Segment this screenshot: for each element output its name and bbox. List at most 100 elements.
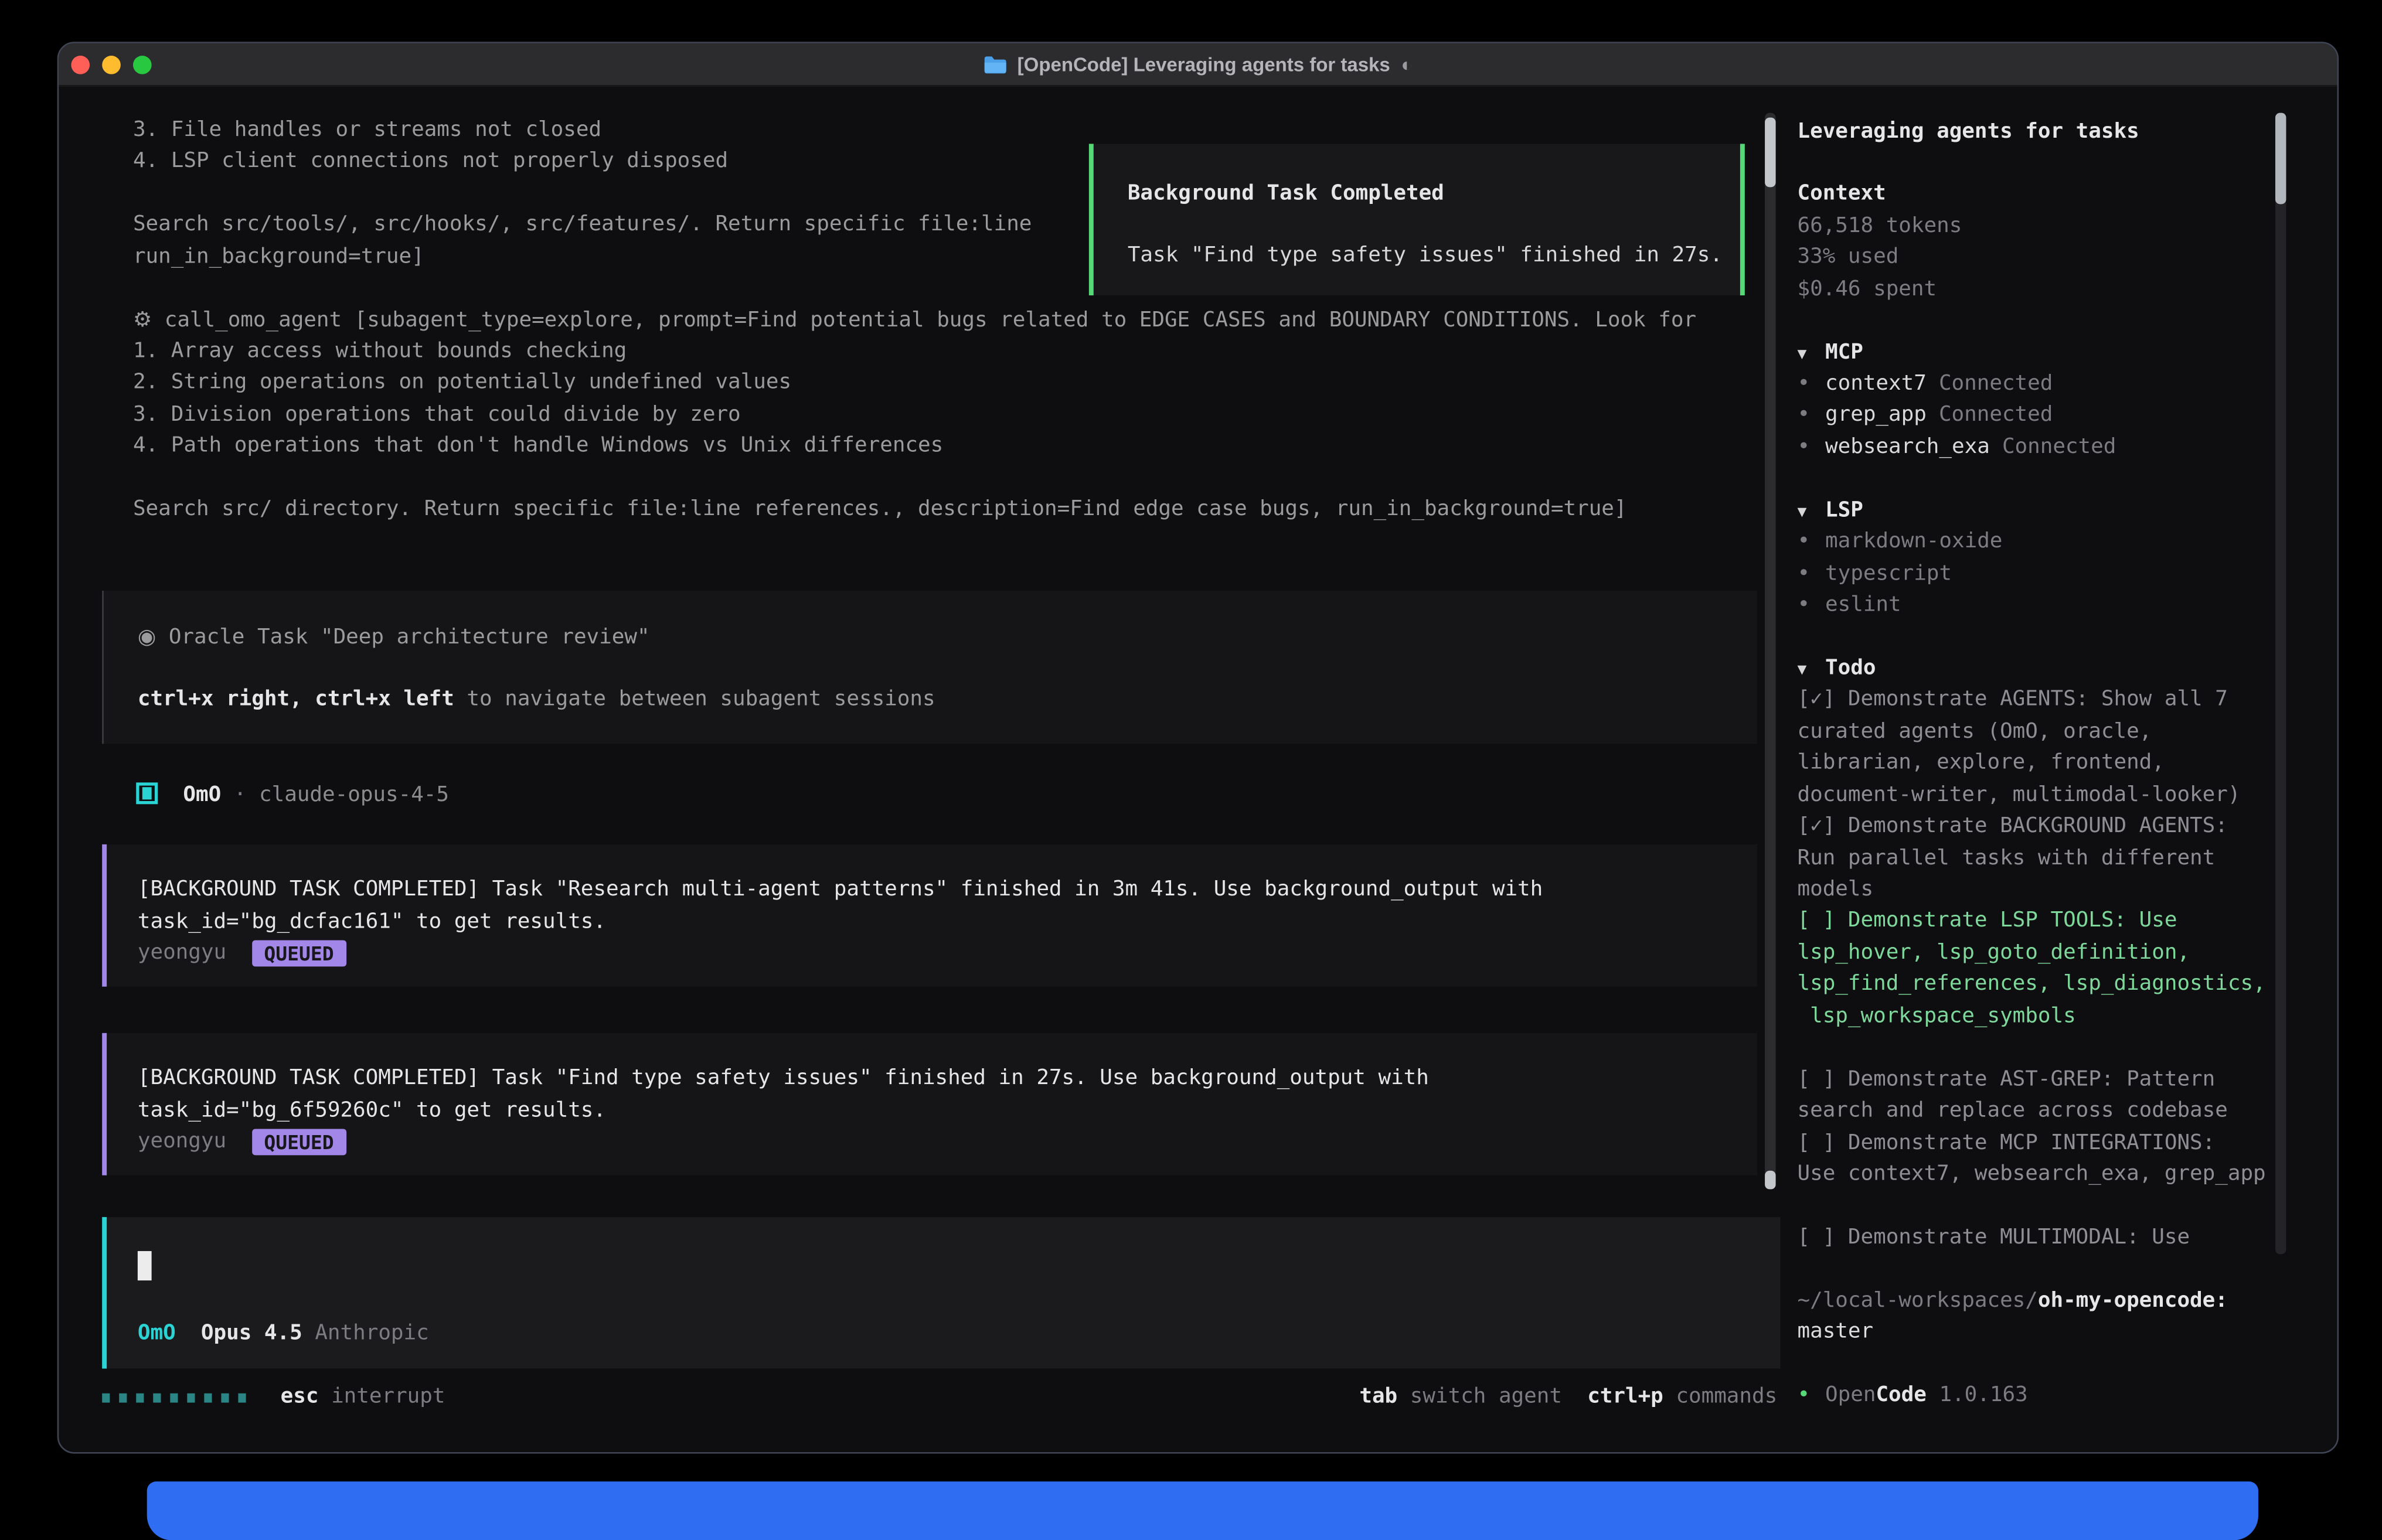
todo-active-line: lsp_workspace_symbols xyxy=(1798,1000,2331,1032)
task-author: yeongyu xyxy=(138,941,226,965)
input-footer: OmO Opus 4.5 Anthropic xyxy=(138,1317,429,1348)
task-card: [BACKGROUND TASK COMPLETED] Task "Resear… xyxy=(102,844,1757,987)
lsp-section-header[interactable]: ▼LSP xyxy=(1798,495,2331,526)
gear-icon: ⚙ xyxy=(133,307,152,332)
context-used: 33% used xyxy=(1798,241,2331,273)
bullet-icon: • xyxy=(1798,431,1826,463)
main-scrollbar-track xyxy=(1765,113,1775,1190)
opencode-version: 1.0.163 xyxy=(1927,1382,2028,1407)
oracle-icon: ◉ xyxy=(138,624,156,649)
todo-active-line: lsp_find_references, lsp_diagnostics, xyxy=(1798,969,2331,1000)
todo-pending-line: [ ] Demonstrate AST-GREP: Pattern xyxy=(1798,1064,2331,1095)
task-card: [BACKGROUND TASK COMPLETED] Task "Find t… xyxy=(102,1033,1757,1176)
task-line1: [BACKGROUND TASK COMPLETED] Task "Resear… xyxy=(138,874,1757,906)
mcp-status: Connected xyxy=(2002,434,2116,459)
queued-badge: QUEUED xyxy=(251,939,346,966)
oracle-task-title: ◉ Oracle Task "Deep architecture review" xyxy=(138,621,1757,653)
oracle-task-card: ◉ Oracle Task "Deep architecture review"… xyxy=(102,591,1757,744)
title-bar: [OpenCode] Leveraging agents for tasks ◐ xyxy=(59,43,2337,87)
minimize-button[interactable] xyxy=(102,55,121,74)
bullet-icon: • xyxy=(1798,558,1826,590)
mcp-status: Connected xyxy=(1939,371,2053,396)
todo-done-line: [✓] Demonstrate BACKGROUND AGENTS: xyxy=(1798,810,2331,842)
task-line2: task_id="bg_dcfac161" to get results. xyxy=(138,905,1757,937)
tool-call-item: 2. String operations on potentially unde… xyxy=(133,367,1696,398)
lsp-item: •markdown-oxide xyxy=(1798,526,2331,558)
lsp-item: •eslint xyxy=(1798,590,2331,621)
input-provider: Anthropic xyxy=(315,1320,428,1344)
todo-done-line: librarian, explore, frontend, xyxy=(1798,747,2331,779)
mcp-section-header[interactable]: ▼MCP xyxy=(1798,336,2331,368)
sidebar-scrollbar-thumb[interactable] xyxy=(2275,113,2286,205)
toast-body: Task "Find type safety issues" finished … xyxy=(1128,240,1740,272)
main-scrollbar-end-thumb[interactable] xyxy=(1765,1171,1775,1190)
output-line: run_in_background=true] xyxy=(133,241,1032,272)
chevron-down-icon: ▼ xyxy=(1798,498,1826,529)
branch-name: master xyxy=(1798,1316,2331,1348)
agent-name: OmO xyxy=(183,782,221,806)
output-line: 4. LSP client connections not properly d… xyxy=(133,146,1032,178)
tab-key-hint: tab xyxy=(1359,1384,1397,1408)
esc-key-hint: esc xyxy=(281,1384,319,1408)
todo-pending-line: [ ] Demonstrate MCP INTEGRATIONS: xyxy=(1798,1127,2331,1159)
toast-title: Background Task Completed xyxy=(1128,177,1740,209)
todo-done-line: Run parallel tasks with different xyxy=(1798,842,2331,874)
sidebar-title: Leveraging agents for tasks xyxy=(1798,115,2331,147)
mcp-item: •websearch_exaConnected xyxy=(1798,431,2331,463)
agent-header: OmO · claude-opus-4-5 xyxy=(136,779,449,810)
chevron-down-icon: ▼ xyxy=(1798,339,1826,371)
proxy-progress-icon: ◐ xyxy=(1401,53,1413,75)
todo-done-line: curated agents (OmO, oracle, xyxy=(1798,716,2331,747)
agent-icon xyxy=(136,782,158,803)
separator-dot: · xyxy=(234,782,247,806)
context-tokens: 66,518 tokens xyxy=(1798,210,2331,241)
activity-dots xyxy=(102,1384,255,1408)
todo-done-line: document-writer, multimodal-looker) xyxy=(1798,779,2331,810)
todo-done-line: models xyxy=(1798,874,2331,905)
todo-active-line: [ ] Demonstrate LSP TOOLS: Use xyxy=(1798,905,2331,937)
subagent-nav-hint: ctrl+x right, ctrl+x left to navigate be… xyxy=(138,684,1757,716)
todo-active-line: lsp_hover, lsp_goto_definition, xyxy=(1798,937,2331,969)
ctrlp-key-hint: ctrl+p xyxy=(1587,1384,1663,1408)
close-button[interactable] xyxy=(71,55,90,74)
task-author: yeongyu xyxy=(138,1129,226,1154)
status-bar: esc interrupt tab switch agent ctrl+p co… xyxy=(102,1380,1777,1412)
mcp-item: •context7Connected xyxy=(1798,368,2331,400)
commands-label: commands xyxy=(1676,1384,1777,1408)
todo-section-header[interactable]: ▼Todo xyxy=(1798,652,2331,684)
status-dot-icon: • xyxy=(1798,1379,1826,1411)
todo-pending-line: Use context7, websearch_exa, grep_app xyxy=(1798,1158,2331,1190)
bullet-icon: • xyxy=(1798,400,1826,431)
main-scrollbar-thumb[interactable] xyxy=(1765,118,1775,188)
input-agent-name[interactable]: OmO xyxy=(138,1320,176,1344)
mcp-status: Connected xyxy=(1939,403,2053,427)
version-line: •OpenCode 1.0.163 xyxy=(1798,1379,2331,1411)
window-title-text: [OpenCode] Leveraging agents for tasks xyxy=(1018,53,1390,75)
mcp-item: •grep_appConnected xyxy=(1798,400,2331,431)
tool-call-header: ⚙ call_omo_agent [subagent_type=explore,… xyxy=(133,304,1696,336)
task-line1: [BACKGROUND TASK COMPLETED] Task "Find t… xyxy=(138,1062,1757,1094)
sidebar: Leveraging agents for tasks Context 66,5… xyxy=(1798,115,2331,1411)
toast-notification[interactable]: Background Task Completed Task "Find typ… xyxy=(1089,144,1745,295)
lsp-item: •typescript xyxy=(1798,558,2331,590)
context-spent: $0.46 spent xyxy=(1798,273,2331,305)
switch-agent-label: switch agent xyxy=(1410,1384,1562,1408)
input-model[interactable]: Opus 4.5 xyxy=(201,1320,302,1344)
text-cursor xyxy=(138,1251,152,1280)
context-heading: Context xyxy=(1798,178,2331,210)
zoom-button[interactable] xyxy=(133,55,152,74)
background-window-strip xyxy=(147,1481,2258,1540)
task-line2: task_id="bg_6f59260c" to get results. xyxy=(138,1094,1757,1126)
tool-call-item: 1. Array access without bounds checking xyxy=(133,335,1696,367)
output-line: Search src/tools/, src/hooks/, src/featu… xyxy=(133,209,1032,241)
prompt-input[interactable]: OmO Opus 4.5 Anthropic xyxy=(102,1217,1780,1369)
todo-done-line: [✓] Demonstrate AGENTS: Show all 7 xyxy=(1798,684,2331,716)
tool-call-block: ⚙ call_omo_agent [subagent_type=explore,… xyxy=(133,304,1696,526)
bullet-icon: • xyxy=(1798,526,1826,558)
todo-pending-line: search and replace across codebase xyxy=(1798,1095,2331,1127)
output-block-top: 3. File handles or streams not closed 4.… xyxy=(133,114,1032,272)
interrupt-label: interrupt xyxy=(331,1384,445,1408)
workspace-path: ~/local-workspaces/oh-my-opencode: xyxy=(1798,1285,2331,1316)
output-line: 3. File handles or streams not closed xyxy=(133,114,1032,146)
tool-call-tail: Search src/ directory. Return specific f… xyxy=(133,493,1696,525)
